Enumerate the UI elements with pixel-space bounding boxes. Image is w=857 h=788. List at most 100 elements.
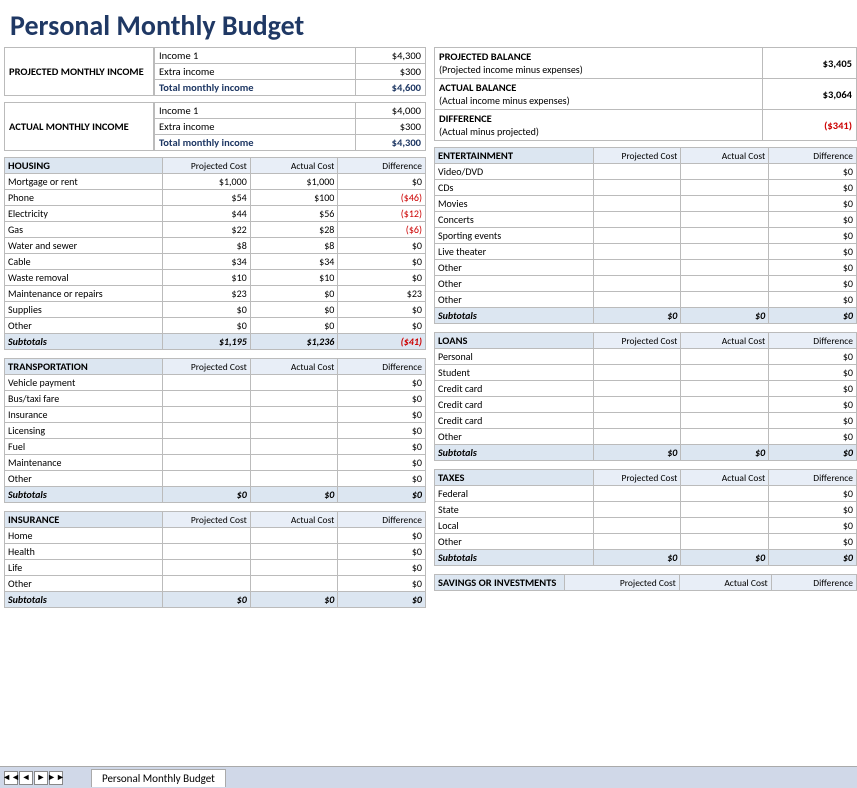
- item-label: Credit card: [435, 397, 594, 413]
- income-total-label: Total monthly income: [155, 135, 356, 151]
- sheet-tab[interactable]: Personal Monthly Budget: [91, 769, 226, 787]
- balance-section: PROJECTED BALANCE (Projected income minu…: [434, 47, 857, 141]
- item-label: Other: [5, 576, 163, 592]
- diff-col-header: Difference: [769, 470, 857, 486]
- insurance-header: INSURANCE Projected Cost Actual Cost Dif…: [5, 512, 426, 528]
- table-row: State$0: [435, 502, 857, 518]
- income-row-name: Extra income: [155, 119, 356, 135]
- left-panel: PROJECTED MONTHLY INCOME Income 1 $4,300…: [0, 47, 430, 612]
- nav-prev-button[interactable]: ◄: [19, 771, 33, 785]
- insurance-table: INSURANCE Projected Cost Actual Cost Dif…: [4, 511, 426, 608]
- difference-value: ($341): [763, 110, 857, 141]
- table-row: Supplies$0$0$0: [5, 302, 426, 318]
- item-label: Credit card: [435, 381, 594, 397]
- insurance-title: INSURANCE: [5, 512, 163, 528]
- projected-col-header: Projected Cost: [593, 470, 681, 486]
- table-row: Bus/taxi fare$0: [5, 391, 426, 407]
- loans-header: LOANS Projected Cost Actual Cost Differe…: [435, 333, 857, 349]
- actual-col-header: Actual Cost: [679, 575, 771, 591]
- item-label: Home: [5, 528, 163, 544]
- diff-col-header: Difference: [338, 158, 426, 174]
- actual-col-header: Actual Cost: [250, 158, 338, 174]
- item-label: CDs: [435, 180, 594, 196]
- income-row-name: Income 1: [155, 48, 356, 64]
- taxes-section: TAXES Projected Cost Actual Cost Differe…: [434, 469, 857, 566]
- subtotal-row: Subtotals$0$0$0: [435, 445, 857, 461]
- table-row: Sporting events$0: [435, 228, 857, 244]
- item-label: Mortgage or rent: [5, 174, 163, 190]
- table-row: Gas$22$28($6): [5, 222, 426, 238]
- table-row: Fuel$0: [5, 439, 426, 455]
- table-row: CDs$0: [435, 180, 857, 196]
- subtotal-label: Subtotals: [435, 308, 594, 324]
- entertainment-section: ENTERTAINMENT Projected Cost Actual Cost…: [434, 147, 857, 324]
- projected-balance-label: PROJECTED BALANCE (Projected income minu…: [435, 48, 763, 79]
- page: Personal Monthly Budget PROJECTED MONTHL…: [0, 0, 857, 788]
- projected-col-header: Projected Cost: [593, 148, 681, 164]
- table-row: Licensing$0: [5, 423, 426, 439]
- table-row: Credit card$0: [435, 397, 857, 413]
- diff-col-header: Difference: [338, 359, 426, 375]
- taxes-header: TAXES Projected Cost Actual Cost Differe…: [435, 470, 857, 486]
- table-row: Other$0: [435, 292, 857, 308]
- table-row: Other$0$0$0: [5, 318, 426, 334]
- income-row: Income 1 $4,000: [155, 103, 426, 119]
- table-row: Credit card$0: [435, 413, 857, 429]
- housing-header: HOUSING Projected Cost Actual Cost Diffe…: [5, 158, 426, 174]
- balance-table: PROJECTED BALANCE (Projected income minu…: [434, 47, 857, 141]
- actual-income-label: ACTUAL MONTHLY INCOME: [4, 102, 154, 151]
- income-row-name: Extra income: [155, 64, 356, 80]
- right-panel: PROJECTED BALANCE (Projected income minu…: [430, 47, 857, 612]
- item-label: Fuel: [5, 439, 163, 455]
- item-label: Credit card: [435, 413, 594, 429]
- transportation-title: TRANSPORTATION: [5, 359, 163, 375]
- table-row: Life$0: [5, 560, 426, 576]
- income-row: Extra income $300: [155, 64, 426, 80]
- projected-income-section: PROJECTED MONTHLY INCOME Income 1 $4,300…: [4, 47, 426, 96]
- subtotal-label: Subtotals: [435, 550, 594, 566]
- table-row: Local$0: [435, 518, 857, 534]
- diff-col-header: Difference: [769, 333, 857, 349]
- actual-col-header: Actual Cost: [681, 148, 769, 164]
- table-row: Water and sewer$8$8$0: [5, 238, 426, 254]
- income-row-name: Income 1: [155, 103, 356, 119]
- transportation-table: TRANSPORTATION Projected Cost Actual Cos…: [4, 358, 426, 503]
- item-label: Other: [435, 260, 594, 276]
- table-row: Other$0: [435, 429, 857, 445]
- subtotal-label: Subtotals: [5, 487, 163, 503]
- nav-next-button[interactable]: ►: [34, 771, 48, 785]
- item-label: Maintenance or repairs: [5, 286, 163, 302]
- projected-balance-row: PROJECTED BALANCE (Projected income minu…: [435, 48, 857, 79]
- item-label: Local: [435, 518, 594, 534]
- item-label: Bus/taxi fare: [5, 391, 163, 407]
- projected-income-table: Income 1 $4,300 Extra income $300 Total …: [154, 47, 426, 96]
- item-label: Movies: [435, 196, 594, 212]
- income-total-value: $4,600: [356, 80, 426, 96]
- item-label: Vehicle payment: [5, 375, 163, 391]
- entertainment-table: ENTERTAINMENT Projected Cost Actual Cost…: [434, 147, 857, 324]
- income-total-row: Total monthly income $4,600: [155, 80, 426, 96]
- table-row: Home$0: [5, 528, 426, 544]
- item-label: Student: [435, 365, 594, 381]
- nav-last-button[interactable]: ►►: [49, 771, 63, 785]
- table-row: Electricity$44$56($12): [5, 206, 426, 222]
- projected-balance-value: $3,405: [763, 48, 857, 79]
- subtotal-row: Subtotals$0$0$0: [5, 487, 426, 503]
- item-label: Live theater: [435, 244, 594, 260]
- item-label: Maintenance: [5, 455, 163, 471]
- taxes-table: TAXES Projected Cost Actual Cost Differe…: [434, 469, 857, 566]
- projected-income-label: PROJECTED MONTHLY INCOME: [4, 47, 154, 96]
- table-row: Video/DVD$0: [435, 164, 857, 180]
- item-label: Health: [5, 544, 163, 560]
- item-label: Other: [5, 318, 163, 334]
- actual-balance-value: $3,064: [763, 79, 857, 110]
- income-row-value: $4,000: [356, 103, 426, 119]
- table-row: Personal$0: [435, 349, 857, 365]
- diff-col-header: Difference: [338, 512, 426, 528]
- table-row: Phone$54$100($46): [5, 190, 426, 206]
- item-label: Video/DVD: [435, 164, 594, 180]
- nav-first-button[interactable]: ◄◄: [4, 771, 18, 785]
- loans-table: LOANS Projected Cost Actual Cost Differe…: [434, 332, 857, 461]
- income-total-row: Total monthly income $4,300: [155, 135, 426, 151]
- item-label: Licensing: [5, 423, 163, 439]
